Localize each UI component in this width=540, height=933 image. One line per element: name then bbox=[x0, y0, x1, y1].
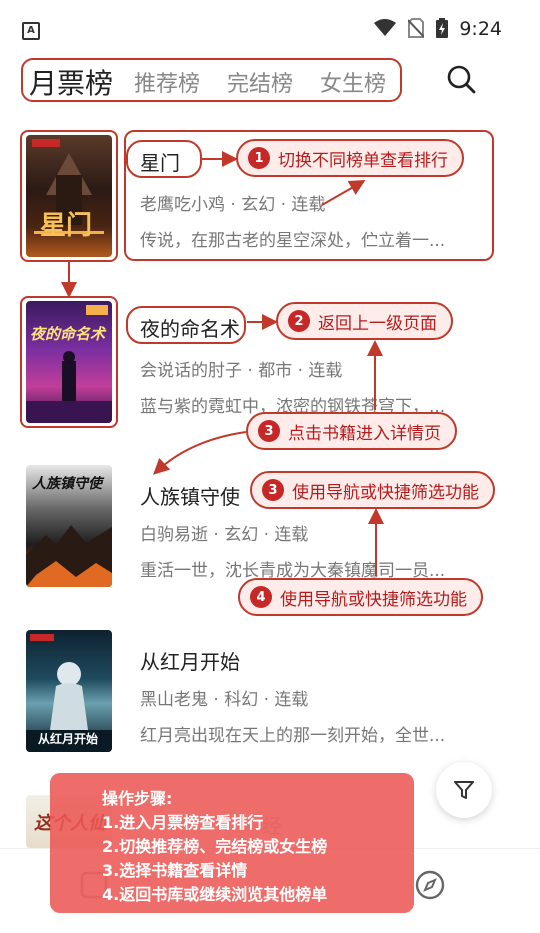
cover-art bbox=[26, 305, 112, 423]
steps-title: 操作步骤: bbox=[102, 789, 173, 808]
callout-number: 2 bbox=[288, 310, 310, 332]
filter-icon bbox=[454, 781, 474, 799]
book-title[interactable]: 人族镇守使 bbox=[140, 481, 240, 510]
callout-number: 3 bbox=[258, 420, 280, 442]
filter-button[interactable] bbox=[436, 762, 492, 818]
status-time: 9:24 bbox=[459, 18, 502, 40]
cover-title: 人族镇守使 bbox=[32, 476, 102, 492]
step-item: 1.进入月票榜查看排行 bbox=[102, 813, 264, 832]
book-desc: 传说，在那古老的星空深处，伫立着一... bbox=[140, 231, 446, 251]
compass-icon[interactable] bbox=[414, 869, 446, 901]
arrow bbox=[153, 431, 247, 475]
book-meta: 白驹易逝 · 玄幻 · 连载 bbox=[140, 525, 309, 545]
tab-completed[interactable]: 完结榜 bbox=[227, 66, 293, 98]
book-cover[interactable]: 从红月开始 bbox=[26, 630, 112, 752]
callout-number: 3 bbox=[262, 479, 284, 501]
book-title[interactable]: 星门 bbox=[140, 147, 180, 176]
no-sim-icon bbox=[408, 18, 424, 38]
book-desc: 红月亮出现在天上的那一刻开始，全世... bbox=[140, 726, 446, 746]
book-title[interactable]: 夜的命名术 bbox=[140, 313, 240, 342]
callout-open-details: 3 点击书籍进入详情页 bbox=[246, 412, 457, 450]
callout-text: 使用导航或快捷筛选功能 bbox=[280, 589, 467, 610]
ranking-tabs: 月票榜 推荐榜 完结榜 女生榜 bbox=[21, 58, 402, 102]
book-cover[interactable]: 人族镇守使 bbox=[26, 465, 112, 587]
cover-title: 星门 bbox=[40, 211, 93, 241]
tab-recommended[interactable]: 推荐榜 bbox=[134, 66, 200, 98]
book-meta: 会说话的肘子 · 都市 · 连载 bbox=[140, 361, 343, 381]
book-cover[interactable]: 夜的命名术 bbox=[26, 301, 112, 423]
battery-charging-icon bbox=[436, 18, 448, 38]
tab-monthly-ticket[interactable]: 月票榜 bbox=[29, 62, 113, 102]
callout-number: 1 bbox=[248, 147, 270, 169]
book-meta: 黑山老鬼 · 科幻 · 连载 bbox=[140, 690, 309, 710]
status-icons bbox=[374, 18, 448, 38]
callout-nav-filter-2: 4 使用导航或快捷筛选功能 bbox=[238, 578, 483, 616]
callout-text: 切换不同榜单查看排行 bbox=[278, 150, 448, 171]
steps-overlay: 操作步骤: 1.进入月票榜查看排行 2.切换推荐榜、完结榜或女生榜 3.选择书籍… bbox=[50, 773, 414, 913]
step-item: 4.返回书库或继续浏览其他榜单 bbox=[102, 885, 328, 904]
callout-switch-tabs: 1 切换不同榜单查看排行 bbox=[236, 139, 464, 177]
wifi-icon bbox=[374, 19, 396, 36]
step-item: 3.选择书籍查看详情 bbox=[102, 861, 248, 880]
tab-female[interactable]: 女生榜 bbox=[320, 66, 386, 98]
callout-go-back: 2 返回上一级页面 bbox=[276, 302, 453, 340]
cover-title: 从红月开始 bbox=[38, 732, 99, 746]
step-item: 2.切换推荐榜、完结榜或女生榜 bbox=[102, 837, 328, 856]
cover-title: 夜的命名术 bbox=[30, 325, 106, 343]
callout-nav-filter: 3 使用导航或快捷筛选功能 bbox=[250, 471, 495, 509]
callout-text: 使用导航或快捷筛选功能 bbox=[292, 482, 479, 503]
callout-text: 返回上一级页面 bbox=[318, 313, 437, 334]
search-icon[interactable] bbox=[446, 64, 476, 94]
book-title[interactable]: 从红月开始 bbox=[140, 646, 240, 675]
status-bar: A 9:24 bbox=[0, 0, 540, 60]
book-cover[interactable]: 星门 bbox=[26, 135, 112, 257]
book-meta: 老鹰吃小鸡 · 玄幻 · 连载 bbox=[140, 195, 326, 215]
callout-number: 4 bbox=[250, 586, 272, 608]
callout-text: 点击书籍进入详情页 bbox=[288, 423, 441, 444]
app-badge-icon: A bbox=[22, 22, 40, 40]
